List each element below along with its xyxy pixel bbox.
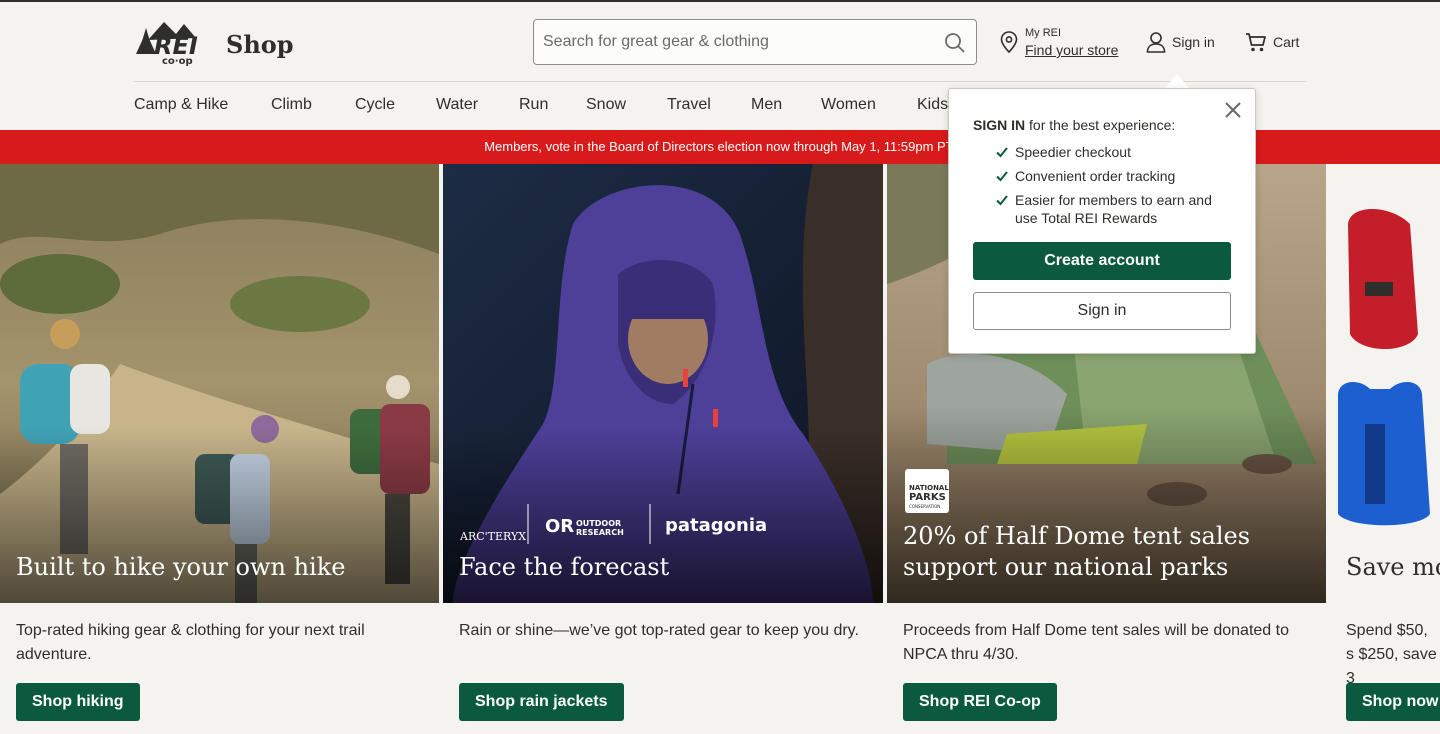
header-sign-in-link[interactable]: Sign in (1172, 34, 1215, 50)
card-title-line-1: 20% of Half Dome tent sales (903, 522, 1251, 550)
benefit-text: Convenient order tracking (1015, 168, 1176, 184)
nav-item-travel[interactable]: Travel (667, 96, 711, 114)
check-icon (996, 171, 1008, 182)
popup-intro-bold: SIGN IN (973, 117, 1026, 133)
nav-item-snow[interactable]: Snow (586, 96, 626, 114)
hiking-photo[interactable] (0, 164, 439, 603)
svg-text:OR: OR (545, 516, 574, 537)
cart-icon[interactable] (1245, 31, 1267, 53)
search-input[interactable] (543, 20, 933, 64)
location-pin-icon (1000, 31, 1018, 53)
card-description: Rain or shine—we’ve got top-rated gear t… (459, 622, 859, 639)
card-title-line-2: support our national parks (903, 553, 1229, 581)
promo-card-rain: ARC'TERYX OR OUTDOOR RESEARCH patagonia … (443, 164, 883, 734)
header-divider (134, 81, 1306, 82)
promo-card-hiking: Built to hike your own hike Top-rated hi… (0, 164, 439, 734)
check-icon (996, 147, 1008, 158)
shop-rain-jackets-button[interactable]: Shop rain jackets (459, 683, 624, 721)
card-title[interactable]: Save mo (1346, 552, 1440, 583)
svg-text:patagonia: patagonia (665, 515, 767, 536)
svg-text:co·op: co·op (162, 56, 193, 66)
card-description: Top-rated hiking gear & clothing for you… (16, 622, 365, 663)
nav-item-water[interactable]: Water (436, 96, 478, 114)
card-title[interactable]: Built to hike your own hike (16, 552, 345, 583)
svg-text:CONSERVATION: CONSERVATION (909, 504, 940, 509)
benefit-text: Speedier checkout (1015, 144, 1131, 160)
user-icon[interactable] (1146, 31, 1166, 53)
svg-text:RESEARCH: RESEARCH (576, 528, 624, 537)
card-description: Spend $50, s $250, save 3 (1346, 622, 1437, 687)
shop-hiking-button[interactable]: Shop hiking (16, 683, 140, 721)
rain-jacket-photo[interactable]: ARC'TERYX OR OUTDOOR RESEARCH patagonia (443, 164, 883, 603)
nav-item-camp-hike[interactable]: Camp & Hike (134, 96, 228, 114)
svg-text:PARKS: PARKS (909, 492, 946, 503)
shop-rei-coop-button[interactable]: Shop REI Co-op (903, 683, 1057, 721)
svg-text:ARC'TERYX: ARC'TERYX (459, 530, 526, 543)
nav-item-kids[interactable]: Kids (917, 96, 948, 114)
nav-item-climb[interactable]: Climb (271, 96, 312, 114)
backpack-photo[interactable] (1330, 164, 1440, 603)
nav-item-women[interactable]: Women (821, 96, 876, 114)
shop-now-button[interactable]: Shop now (1346, 683, 1440, 721)
popup-sign-in-button[interactable]: Sign in (973, 292, 1231, 330)
svg-text:OUTDOOR: OUTDOOR (576, 519, 621, 528)
shop-label[interactable]: Shop (226, 30, 294, 59)
search-icon[interactable] (944, 32, 966, 54)
promo-card-save: Save mo Spend $50, s $250, save 3 Shop n… (1330, 164, 1440, 734)
check-icon (996, 195, 1008, 206)
popup-intro-rest: for the best experience: (1025, 117, 1176, 133)
close-icon[interactable] (1223, 100, 1243, 120)
search-box[interactable] (533, 19, 977, 65)
popup-arrow (1165, 74, 1189, 88)
cart-link[interactable]: Cart (1273, 34, 1299, 50)
card-description: Proceeds from Half Dome tent sales will … (903, 622, 1289, 663)
benefit-text: Easier for members to earn and use Total… (1015, 192, 1212, 226)
nav-item-men[interactable]: Men (751, 96, 782, 114)
svg-text:NATIONAL: NATIONAL (909, 484, 949, 492)
create-account-button[interactable]: Create account (973, 242, 1231, 280)
popup-intro: SIGN IN for the best experience: (973, 117, 1175, 133)
card-title[interactable]: 20% of Half Dome tent sales support our … (903, 521, 1250, 583)
my-rei-label: My REI (1025, 27, 1062, 39)
card-title[interactable]: Face the forecast (459, 552, 669, 583)
nav-item-run[interactable]: Run (519, 96, 548, 114)
nav-item-cycle[interactable]: Cycle (355, 96, 395, 114)
top-border (0, 0, 1440, 2)
rei-logo[interactable]: REI co·op (134, 18, 212, 66)
find-store-link[interactable]: Find your store (1025, 42, 1118, 58)
